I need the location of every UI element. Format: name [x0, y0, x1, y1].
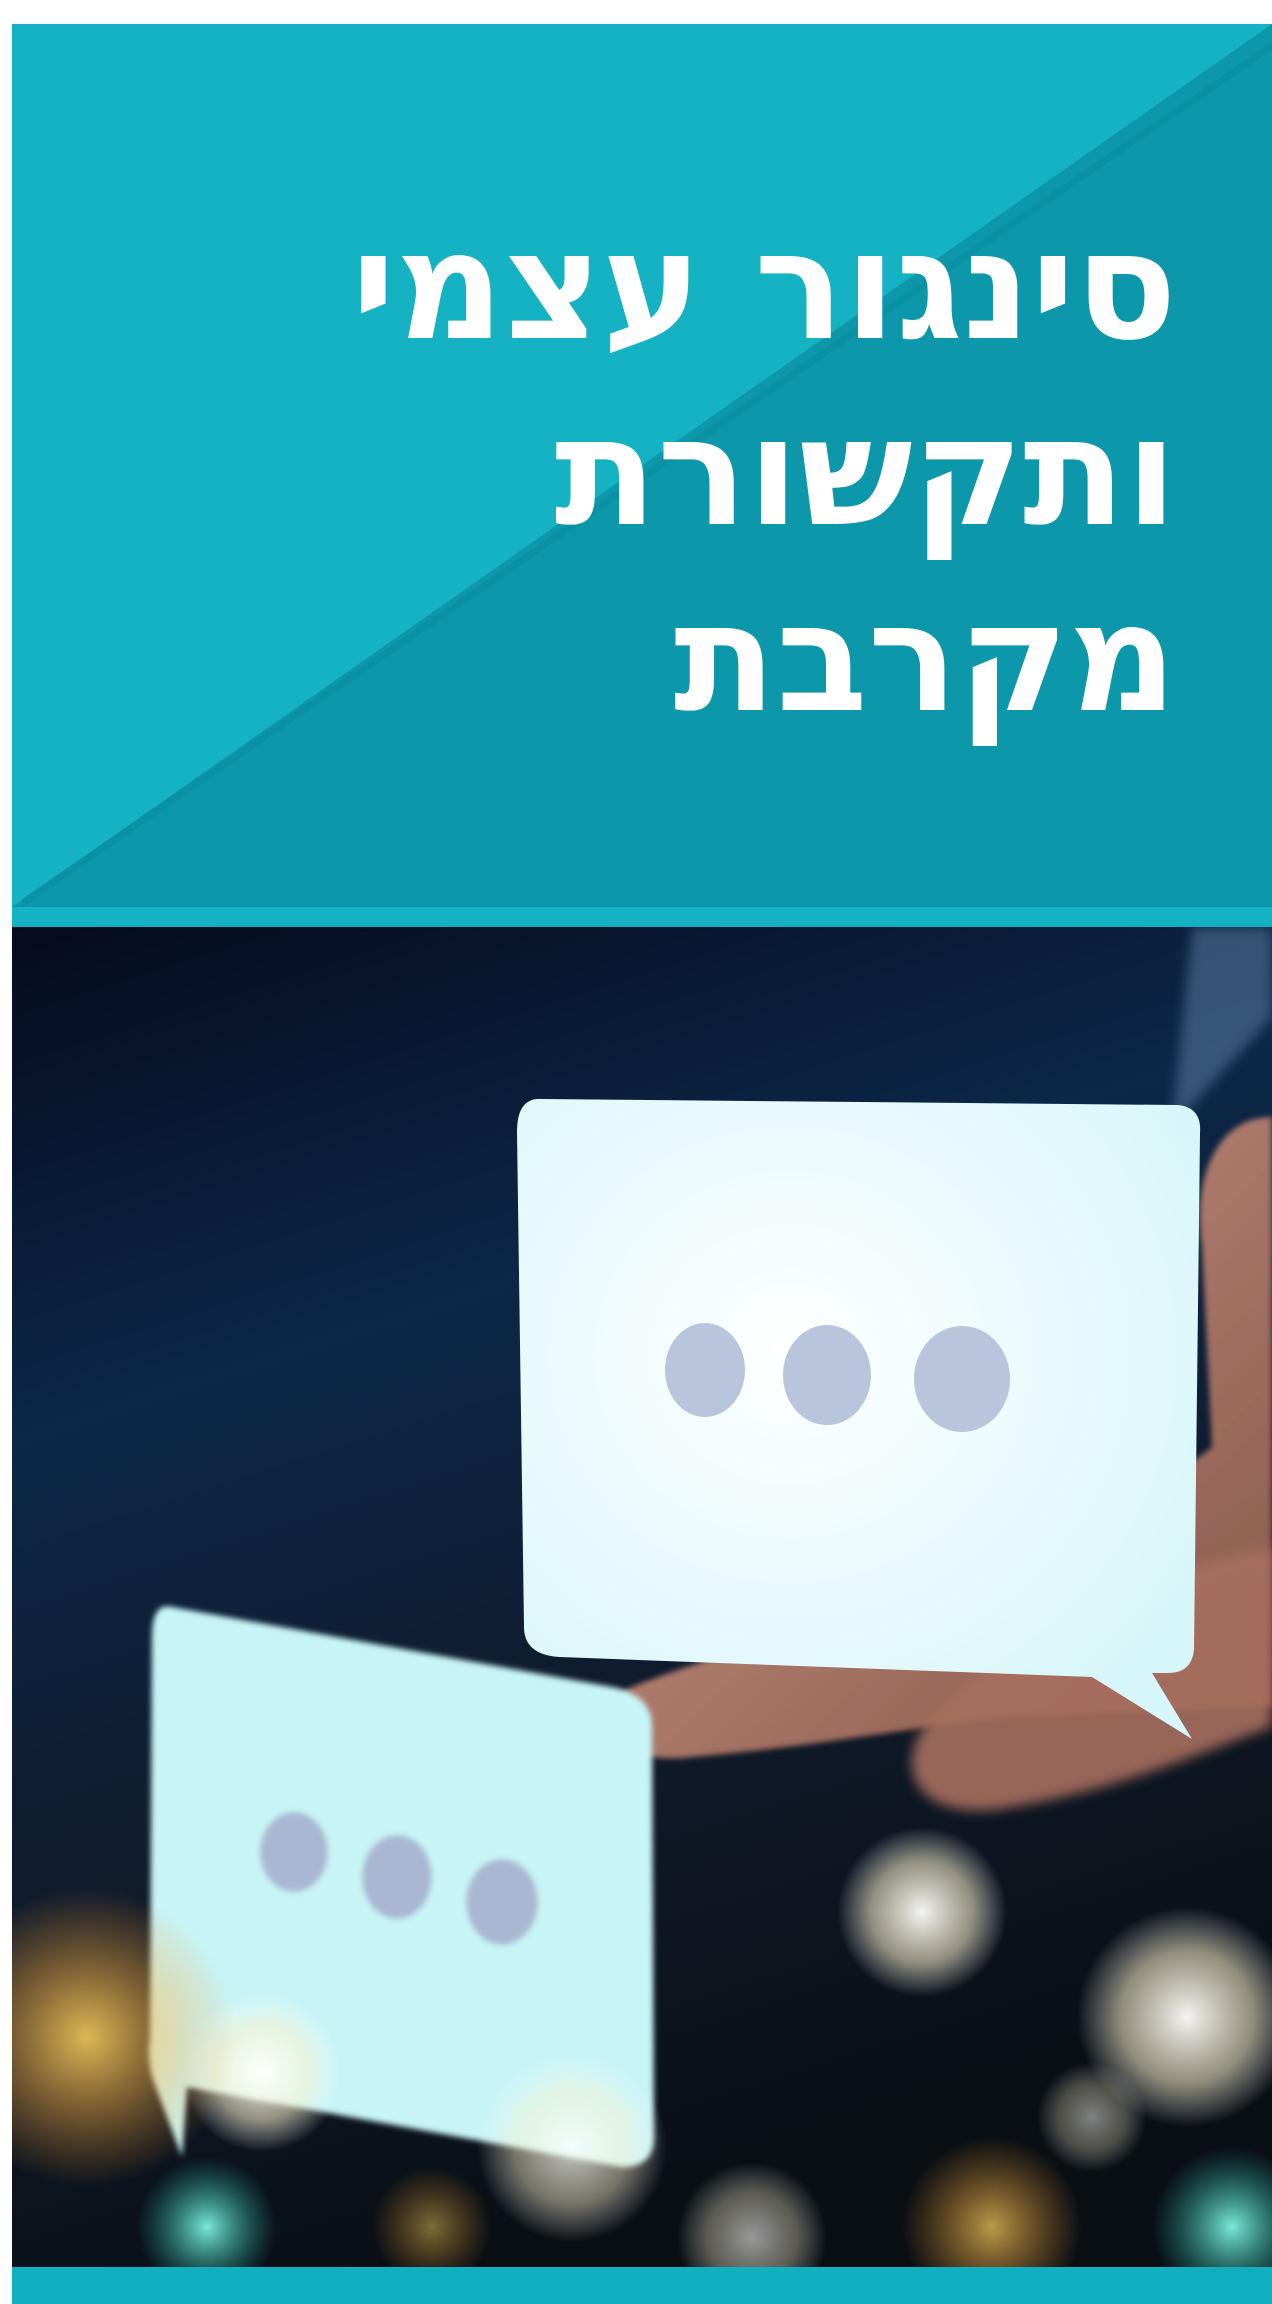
title-line-2: ותקשורת — [554, 386, 1177, 560]
speech-bubble-icon — [517, 1098, 1201, 1739]
title-panel: סינגור עצמי ותקשורת מקרבת — [12, 24, 1272, 924]
speech-bubbles-photo — [12, 927, 1272, 2267]
cover-photo — [12, 927, 1272, 2267]
title-line-3: מקרבת — [673, 572, 1177, 746]
bottom-strip — [12, 2267, 1272, 2304]
cover-page: סינגור עצמי ותקשורת מקרבת — [0, 0, 1272, 2304]
title-line-1: סינגור עצמי — [351, 200, 1177, 374]
cover-title: סינגור עצמי ותקשורת מקרבת — [351, 194, 1177, 752]
cover-frame: סינגור עצמי ותקשורת מקרבת — [12, 24, 1272, 2304]
